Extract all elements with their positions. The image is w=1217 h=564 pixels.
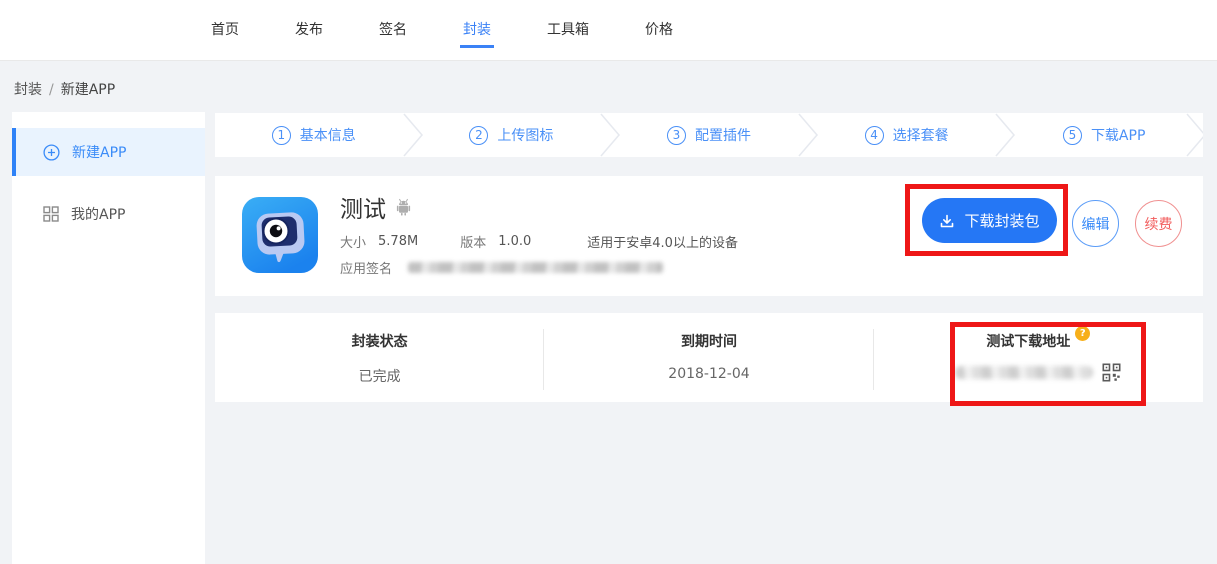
main-nav: 首页 发布 签名 封装 工具箱 价格 (0, 0, 1217, 60)
step-label: 选择套餐 (893, 125, 949, 145)
step-basic-info[interactable]: 1 基本信息 (215, 113, 413, 157)
nav-item-price[interactable]: 价格 (642, 0, 676, 60)
sidebar-item-my-app[interactable]: 我的APP (12, 190, 205, 238)
signature-label: 应用签名 (340, 258, 392, 277)
nav-label: 发布 (292, 13, 326, 48)
size-value: 5.78M (378, 234, 418, 249)
breadcrumb-separator: / (49, 82, 54, 98)
nav-item-signature[interactable]: 签名 (376, 0, 410, 60)
expiry-date-column: 到期时间 2018-12-04 (544, 313, 873, 402)
step-number-badge: 2 (469, 126, 488, 145)
app-title: 测试 (340, 190, 386, 224)
nav-item-package[interactable]: 封装 (460, 0, 494, 60)
chevron-right-icon (599, 113, 621, 157)
sidebar-item-new-app[interactable]: 新建APP (12, 128, 205, 176)
app-card: 测试 大小 5.78M 版本 1.0.0 适用于安卓4.0以上的设备 应用签名 (215, 176, 1203, 296)
nav-label: 工具箱 (544, 13, 592, 48)
circle-plus-icon (43, 144, 60, 161)
chevron-right-icon (994, 113, 1016, 157)
step-upload-icon[interactable]: 2 上传图标 (413, 113, 611, 157)
step-choose-plan[interactable]: 4 选择套餐 (808, 113, 1006, 157)
app-icon (242, 197, 318, 273)
version-label: 版本 (460, 232, 486, 251)
chevron-right-icon (1185, 113, 1203, 157)
test-download-url-redacted (955, 366, 1093, 379)
sidebar: 新建APP 我的APP (12, 112, 205, 564)
step-download-app[interactable]: 5 下载APP (1005, 113, 1203, 157)
step-label: 基本信息 (300, 125, 356, 145)
help-icon[interactable]: ? (1075, 326, 1090, 341)
breadcrumb-section[interactable]: 封装 (14, 82, 42, 98)
test-download-url-row (874, 363, 1203, 382)
nav-label: 首页 (208, 13, 242, 48)
app-signature-redacted (408, 262, 663, 273)
expiry-date-label: 到期时间 (544, 331, 873, 351)
steps-bar: 1 基本信息 2 上传图标 3 配置插件 4 选择套餐 5 下载APP (215, 113, 1203, 157)
step-number-badge: 5 (1063, 126, 1082, 145)
expiry-date-value: 2018-12-04 (544, 366, 873, 382)
step-number-badge: 3 (667, 126, 686, 145)
step-label: 配置插件 (695, 125, 751, 145)
app-title-row: 测试 (340, 190, 412, 224)
step-label: 上传图标 (497, 125, 553, 145)
nav-item-publish[interactable]: 发布 (292, 0, 326, 60)
package-status-value: 已完成 (215, 366, 544, 386)
qr-code-icon[interactable] (1102, 363, 1121, 382)
download-icon (939, 213, 955, 229)
grid-icon (43, 206, 59, 222)
renew-button[interactable]: 续费 (1135, 200, 1182, 247)
breadcrumb-page: 新建APP (61, 82, 115, 98)
download-button-label: 下载封装包 (964, 210, 1039, 231)
step-label: 下载APP (1091, 125, 1145, 145)
package-status-label: 封装状态 (215, 331, 544, 351)
step-number-badge: 4 (865, 126, 884, 145)
nav-item-toolbox[interactable]: 工具箱 (544, 0, 592, 60)
nav-item-home[interactable]: 首页 (208, 0, 242, 60)
app-meta-row: 大小 5.78M 版本 1.0.0 适用于安卓4.0以上的设备 (340, 232, 738, 251)
size-label: 大小 (340, 232, 366, 251)
page: 首页 发布 签名 封装 工具箱 价格 封装 / 新建APP 新建APP 我的APP (0, 0, 1217, 564)
top-nav-bar: 首页 发布 签名 封装 工具箱 价格 (0, 0, 1217, 61)
breadcrumb: 封装 / 新建APP (14, 79, 115, 99)
compat-text: 适用于安卓4.0以上的设备 (587, 232, 738, 251)
test-download-label-row: 测试下载地址 ? (874, 331, 1203, 351)
nav-label: 价格 (642, 13, 676, 48)
android-icon (395, 198, 412, 216)
sidebar-item-label: 新建APP (72, 142, 126, 162)
step-configure-plugins[interactable]: 3 配置插件 (610, 113, 808, 157)
edit-button[interactable]: 编辑 (1072, 200, 1119, 247)
chevron-right-icon (402, 113, 424, 157)
nav-label: 签名 (376, 13, 410, 48)
download-package-button[interactable]: 下载封装包 (922, 198, 1057, 243)
chevron-right-icon (797, 113, 819, 157)
version-value: 1.0.0 (498, 234, 531, 249)
test-download-label: 测试下载地址 (986, 331, 1070, 351)
info-panel: 封装状态 已完成 到期时间 2018-12-04 测试下载地址 ? (215, 313, 1203, 402)
step-number-badge: 1 (272, 126, 291, 145)
app-signature-row: 应用签名 (340, 258, 663, 277)
nav-label: 封装 (460, 13, 494, 48)
test-download-column: 测试下载地址 ? (874, 313, 1203, 402)
sidebar-item-label: 我的APP (71, 204, 125, 224)
package-status-column: 封装状态 已完成 (215, 313, 544, 402)
